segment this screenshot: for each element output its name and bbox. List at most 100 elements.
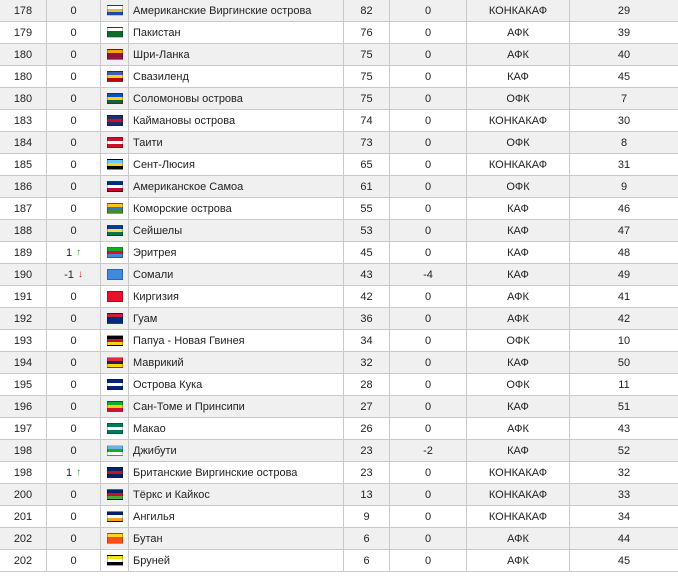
country-name-cell[interactable]: Бруней (128, 549, 344, 572)
country-name[interactable]: Тёркс и Кайкос (133, 489, 210, 501)
country-name-cell[interactable]: Острова Кука (128, 373, 344, 396)
country-name-cell[interactable]: Таити (128, 131, 344, 154)
rank-value: 179 (13, 26, 33, 39)
country-name[interactable]: Макао (133, 423, 166, 435)
flag-cell (100, 241, 129, 264)
country-name-cell[interactable]: Сан-Томе и Принсипи (128, 395, 344, 418)
confederation-rank-value: 31 (617, 158, 631, 171)
rank-value: 189 (13, 246, 33, 259)
country-name-cell[interactable]: Соломоновы острова (128, 87, 344, 110)
confederation-cell: ОФК (466, 87, 570, 110)
confederation-rank-cell: 34 (569, 505, 678, 528)
rank-cell: 190 (0, 263, 47, 286)
country-name-cell[interactable]: Киргизия (128, 285, 344, 308)
country-name-cell[interactable]: Пакистан (128, 21, 344, 44)
rank-cell: 191 (0, 285, 47, 308)
country-name-cell[interactable]: Американское Самоа (128, 175, 344, 198)
confederation-value: КАФ (507, 224, 529, 237)
country-name-cell[interactable]: Коморские острова (128, 197, 344, 220)
confederation-rank-value: 50 (617, 356, 631, 369)
country-name-cell[interactable]: Свазиленд (128, 65, 344, 88)
country-name-cell[interactable]: Гуам (128, 307, 344, 330)
points-diff-cell: 0 (389, 527, 467, 550)
points-diff-value: 0 (424, 70, 432, 83)
table-row: 184 0 Таити 73 0 ОФК 8 (0, 131, 678, 154)
confederation-value: ОФК (506, 136, 530, 149)
flag-icon (106, 401, 123, 413)
confederation-rank-cell: 44 (569, 527, 678, 550)
points-value: 9 (363, 510, 370, 523)
confederation-rank-cell: 40 (569, 43, 678, 66)
points-diff-cell: 0 (389, 219, 467, 242)
country-name[interactable]: Джибути (133, 445, 177, 457)
country-name-cell[interactable]: Эритрея (128, 241, 344, 264)
country-name-cell[interactable]: Макао (128, 417, 344, 440)
confederation-value: ОФК (506, 180, 530, 193)
country-name[interactable]: Сейшелы (133, 225, 182, 237)
country-name-cell[interactable]: Маврикий (128, 351, 344, 374)
table-row: 180 0 Свазиленд 75 0 КАФ 45 (0, 65, 678, 88)
country-name[interactable]: Коморские острова (133, 203, 232, 215)
country-name-cell[interactable]: Папуа - Новая Гвинея (128, 329, 344, 352)
rank-cell: 178 (0, 0, 47, 22)
country-name-cell[interactable]: Шри-Ланка (128, 43, 344, 66)
table-row: 183 0 Каймановы острова 74 0 КОНКАКАФ 30 (0, 109, 678, 132)
country-name-cell[interactable]: Джибути (128, 439, 344, 462)
rank-cell: 196 (0, 395, 47, 418)
country-name[interactable]: Каймановы острова (133, 115, 235, 127)
country-name-cell[interactable]: Британские Виргинские острова (128, 461, 344, 484)
points-value: 34 (360, 334, 373, 347)
rank-cell: 194 (0, 351, 47, 374)
country-name[interactable]: Киргизия (133, 291, 179, 303)
country-name[interactable]: Папуа - Новая Гвинея (133, 335, 245, 347)
points-value: 76 (360, 26, 373, 39)
country-name[interactable]: Бруней (133, 555, 170, 567)
country-name[interactable]: Пакистан (133, 27, 181, 39)
country-name[interactable]: Соломоновы острова (133, 93, 243, 105)
country-name[interactable]: Ангилья (133, 511, 175, 523)
points-diff-value: 0 (424, 158, 432, 171)
country-name[interactable]: Американское Самоа (133, 181, 243, 193)
confederation-rank-value: 48 (617, 246, 631, 259)
points-diff-cell: 0 (389, 373, 467, 396)
country-name[interactable]: Сент-Люсия (133, 159, 195, 171)
country-name-cell[interactable]: Каймановы острова (128, 109, 344, 132)
country-name[interactable]: Сан-Томе и Принсипи (133, 401, 245, 413)
confederation-cell: ОФК (466, 329, 570, 352)
country-name-cell[interactable]: Ангилья (128, 505, 344, 528)
confederation-value: КОНКАКАФ (488, 4, 548, 17)
country-name[interactable]: Американские Виргинские острова (133, 5, 311, 17)
confederation-rank-value: 52 (617, 444, 631, 457)
rank-value: 194 (13, 356, 33, 369)
country-name[interactable]: Шри-Ланка (133, 49, 190, 61)
flag-icon (106, 159, 123, 171)
rank-cell: 187 (0, 197, 47, 220)
confederation-rank-cell: 11 (569, 373, 678, 396)
country-name-cell[interactable]: Тёркс и Кайкос (128, 483, 344, 506)
confederation-cell: КОНКАКАФ (466, 483, 570, 506)
country-name[interactable]: Эритрея (133, 247, 176, 259)
country-name-cell[interactable]: Сейшелы (128, 219, 344, 242)
country-name[interactable]: Острова Кука (133, 379, 202, 391)
confederation-rank-cell: 42 (569, 307, 678, 330)
country-name-cell[interactable]: Сомали (128, 263, 344, 286)
points-diff-value: 0 (424, 312, 432, 325)
points-diff-cell: 0 (389, 43, 467, 66)
country-name[interactable]: Маврикий (133, 357, 184, 369)
confederation-value: АФК (507, 554, 529, 567)
points-diff-value: 0 (424, 92, 432, 105)
table-row: 198 0 Джибути 23 -2 КАФ 52 (0, 439, 678, 462)
flag-icon (106, 357, 123, 369)
points-value: 27 (360, 400, 373, 413)
country-name[interactable]: Британские Виргинские острова (133, 467, 297, 479)
country-name-cell[interactable]: Сент-Люсия (128, 153, 344, 176)
country-name[interactable]: Гуам (133, 313, 157, 325)
country-name-cell[interactable]: Бутан (128, 527, 344, 550)
flag-cell (100, 549, 129, 572)
country-name[interactable]: Свазиленд (133, 71, 189, 83)
country-name-cell[interactable]: Американские Виргинские острова (128, 0, 344, 22)
points-cell: 9 (343, 505, 390, 528)
country-name[interactable]: Сомали (133, 269, 173, 281)
country-name[interactable]: Таити (133, 137, 163, 149)
country-name[interactable]: Бутан (133, 533, 163, 545)
